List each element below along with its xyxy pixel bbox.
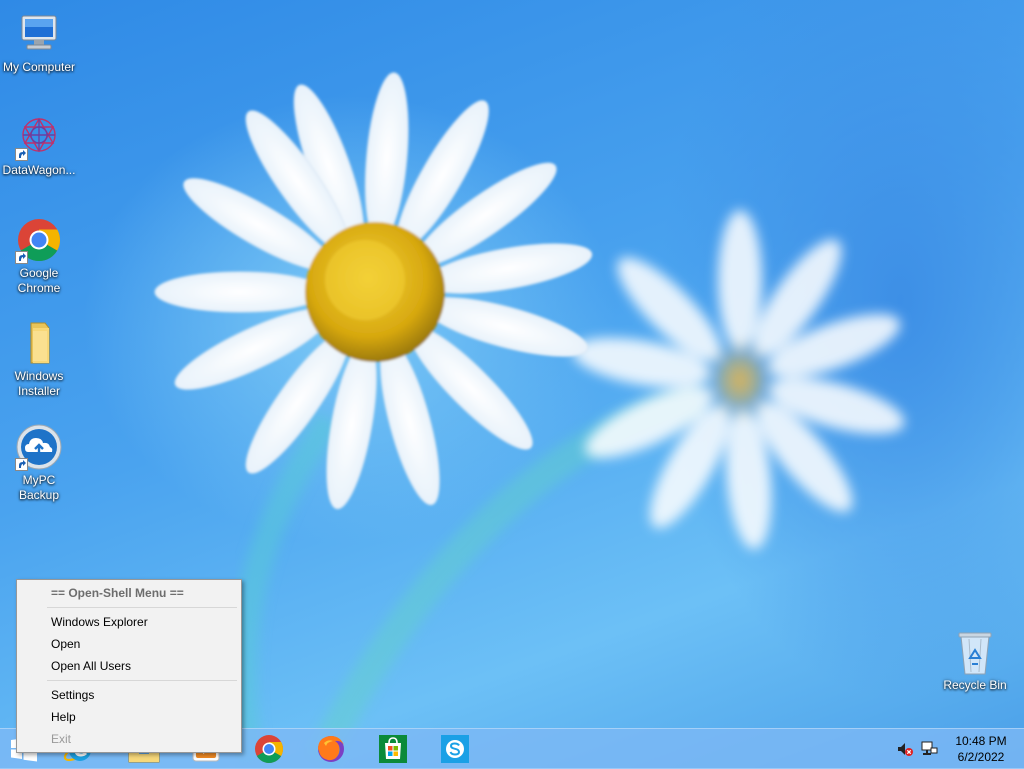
recycle-bin-icon	[951, 630, 999, 676]
open-shell-context-menu: == Open-Shell Menu == Windows Explorer O…	[16, 579, 242, 753]
taskbar-skype[interactable]	[426, 729, 482, 769]
volume-muted-icon[interactable]	[896, 741, 914, 757]
chrome-icon	[255, 735, 283, 763]
desktop-icon-label: MyPC Backup	[18, 473, 60, 502]
taskbar-firefox[interactable]	[302, 729, 358, 769]
menu-gutter	[17, 580, 45, 752]
desktop-icon-recycle-bin[interactable]: Recycle Bin	[936, 630, 1014, 693]
desktop-icon-my-computer[interactable]: My Computer	[0, 10, 78, 75]
menu-item-exit[interactable]: Exit	[51, 729, 235, 749]
cloud-backup-icon	[15, 423, 63, 471]
menu-header: == Open-Shell Menu ==	[51, 586, 184, 600]
datawagon-icon	[15, 113, 63, 161]
menu-item-help[interactable]: Help	[51, 707, 235, 727]
menu-item-windows-explorer[interactable]: Windows Explorer	[51, 612, 235, 632]
taskbar-clock[interactable]: 10:48 PM 6/2/2022	[948, 729, 1014, 769]
shortcut-arrow-icon	[15, 458, 28, 471]
folder-icon	[15, 319, 63, 367]
chrome-icon	[15, 216, 63, 264]
taskbar-chrome[interactable]	[240, 729, 296, 769]
taskbar-store[interactable]	[364, 729, 420, 769]
firefox-icon	[318, 736, 344, 762]
desktop-icon-label: Windows Installer	[14, 369, 64, 398]
network-icon[interactable]	[920, 741, 938, 757]
menu-item-open-all-users[interactable]: Open All Users	[51, 656, 235, 676]
desktop-icon-label: My Computer	[2, 60, 76, 74]
clock-time: 10:48 PM	[955, 734, 1007, 748]
desktop-icon-datawagon[interactable]: DataWagon...	[0, 113, 78, 178]
skype-icon	[441, 735, 469, 763]
computer-icon	[15, 10, 63, 58]
clock-date: 6/2/2022	[957, 750, 1005, 764]
menu-item-open[interactable]: Open	[51, 634, 235, 654]
desktop-icon-label: DataWagon...	[2, 163, 76, 177]
menu-separator	[47, 607, 237, 608]
desktop-icon-label: Recycle Bin	[943, 678, 1007, 692]
shortcut-arrow-icon	[15, 148, 28, 161]
desktop-icon-google-chrome[interactable]: Google Chrome	[0, 216, 78, 296]
desktop-icon-label: Google Chrome	[17, 266, 61, 295]
store-icon	[379, 735, 407, 763]
desktop-icon-mypc-backup[interactable]: MyPC Backup	[0, 423, 78, 503]
desktop-icon-windows-installer[interactable]: Windows Installer	[0, 319, 78, 399]
menu-item-settings[interactable]: Settings	[51, 685, 235, 705]
shortcut-arrow-icon	[15, 251, 28, 264]
menu-separator	[47, 680, 237, 681]
